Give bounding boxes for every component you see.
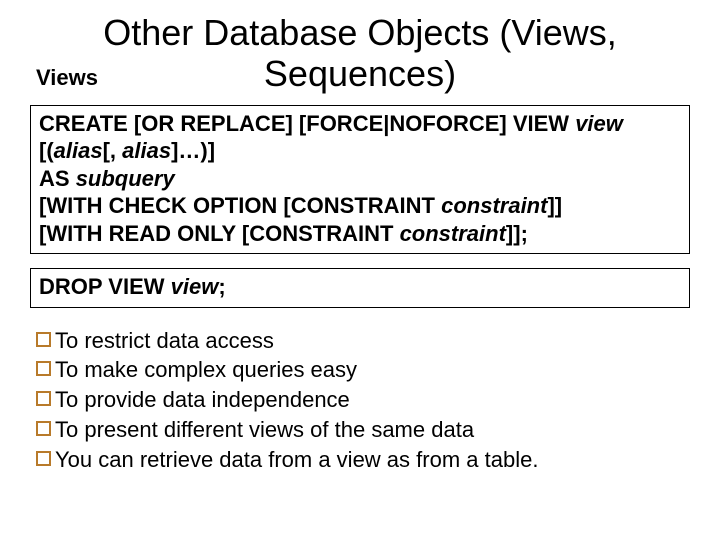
square-bullet-icon [36, 421, 51, 436]
syntax-text: ; [218, 274, 225, 299]
syntax-placeholder: alias [122, 138, 171, 163]
bullet-text: To provide data independence [55, 385, 350, 415]
syntax-text: AS [39, 166, 76, 191]
title-line-1: Other Database Objects (Views, [103, 12, 617, 53]
syntax-placeholder: alias [54, 138, 103, 163]
syntax-text: ]] [547, 193, 562, 218]
syntax-line-5: [WITH READ ONLY [CONSTRAINT constraint]]… [39, 220, 681, 248]
bullet-text: You can retrieve data from a view as fro… [55, 445, 538, 475]
syntax-text: ]…)] [171, 138, 215, 163]
square-bullet-icon [36, 391, 51, 406]
syntax-text: CREATE [OR REPLACE] [FORCE|NOFORCE] VIEW [39, 111, 575, 136]
list-item: To provide data independence [36, 385, 690, 415]
syntax-text: ]]; [506, 221, 528, 246]
title-line-2: Sequences) [264, 53, 456, 94]
syntax-placeholder: view [575, 111, 623, 136]
bullet-text: To make complex queries easy [55, 355, 357, 385]
syntax-text: [WITH READ ONLY [CONSTRAINT [39, 221, 400, 246]
list-item: You can retrieve data from a view as fro… [36, 445, 690, 475]
square-bullet-icon [36, 361, 51, 376]
syntax-text: [, [103, 138, 123, 163]
syntax-placeholder: subquery [76, 166, 175, 191]
bullet-text: To restrict data access [55, 326, 274, 356]
bullet-text: To present different views of the same d… [55, 415, 474, 445]
syntax-line-2: [(alias[, alias]…)] [39, 137, 681, 165]
syntax-placeholder: view [171, 274, 219, 299]
square-bullet-icon [36, 332, 51, 347]
syntax-text: [WITH CHECK OPTION [CONSTRAINT [39, 193, 441, 218]
list-item: To present different views of the same d… [36, 415, 690, 445]
title-block: Other Database Objects (Views, Sequences… [30, 12, 690, 91]
list-item: To restrict data access [36, 326, 690, 356]
syntax-text: [( [39, 138, 54, 163]
syntax-text: DROP VIEW [39, 274, 171, 299]
syntax-line-3: AS subquery [39, 165, 681, 193]
list-item: To make complex queries easy [36, 355, 690, 385]
syntax-placeholder: constraint [441, 193, 547, 218]
syntax-line-4: [WITH CHECK OPTION [CONSTRAINT constrain… [39, 192, 681, 220]
syntax-placeholder: constraint [400, 221, 506, 246]
create-view-syntax-box: CREATE [OR REPLACE] [FORCE|NOFORCE] VIEW… [30, 105, 690, 255]
square-bullet-icon [36, 451, 51, 466]
drop-view-syntax-box: DROP VIEW view; [30, 268, 690, 308]
bullet-list: To restrict data access To make complex … [30, 326, 690, 474]
slide: Other Database Objects (Views, Sequences… [0, 0, 720, 540]
syntax-line-1: CREATE [OR REPLACE] [FORCE|NOFORCE] VIEW… [39, 110, 681, 138]
